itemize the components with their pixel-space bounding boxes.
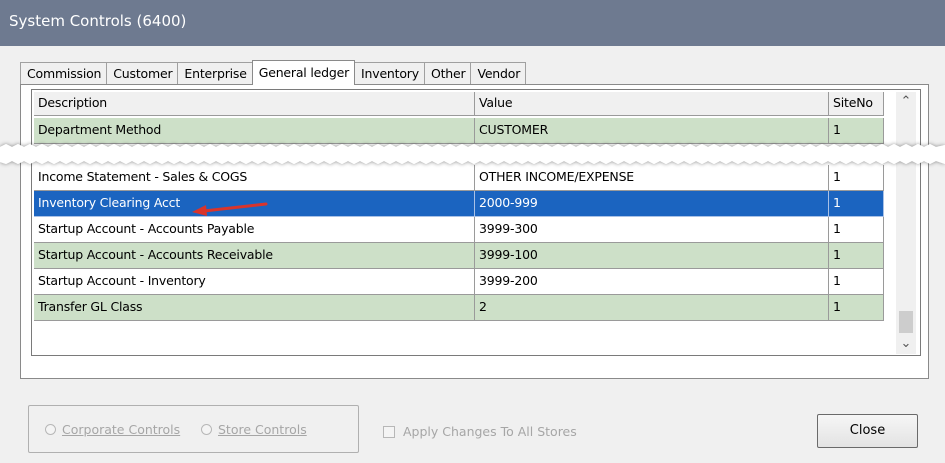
cell-description[interactable]: Transfer GL Class (34, 295, 475, 321)
controls-scope-group: Corporate Controls Store Controls (28, 405, 359, 453)
store-controls-radio[interactable]: Store Controls (201, 422, 307, 437)
radio-circle-icon (201, 424, 212, 435)
corporate-controls-label: Corporate Controls (62, 422, 181, 437)
close-button[interactable]: Close (817, 414, 918, 448)
tab-vendor[interactable]: Vendor (470, 62, 527, 84)
cell-description[interactable]: Startup Account - Accounts Receivable (34, 243, 475, 269)
tab-enterprise[interactable]: Enterprise (177, 62, 253, 84)
red-arrow-icon (192, 202, 268, 216)
cell-value[interactable]: 3999-100 (475, 243, 829, 269)
checkbox-icon (383, 425, 395, 438)
torn-edge-overlay (0, 144, 945, 164)
table-row[interactable]: Startup Account - Accounts Receivable 39… (34, 243, 915, 269)
table-row[interactable]: Startup Account - Inventory 3999-200 1 (34, 269, 915, 295)
tab-general-ledger[interactable]: General ledger (251, 60, 356, 85)
column-header-siteno[interactable]: SiteNo (829, 92, 884, 116)
cell-value[interactable]: 3999-200 (475, 269, 829, 295)
column-header-description[interactable]: Description (34, 92, 475, 116)
cell-siteno[interactable]: 1 (829, 243, 884, 269)
cell-value[interactable]: 3999-300 (475, 217, 829, 243)
table-row-selected[interactable]: Inventory Clearing Acct 2000-999 1 (34, 191, 915, 217)
apply-all-stores-checkbox[interactable]: Apply Changes To All Stores (383, 424, 577, 439)
cell-siteno[interactable]: 1 (829, 295, 884, 321)
vertical-scrollbar[interactable]: ⌃ ⌄ (896, 92, 916, 354)
grid-header: Description Value SiteNo (34, 92, 915, 116)
apply-all-stores-label: Apply Changes To All Stores (403, 424, 577, 439)
close-button-label: Close (849, 423, 886, 438)
window-title: System Controls (6400) (9, 12, 187, 30)
tab-customer[interactable]: Customer (106, 62, 179, 84)
window-title-bar[interactable]: System Controls (6400) (0, 0, 945, 46)
column-header-value[interactable]: Value (475, 92, 829, 116)
store-controls-label: Store Controls (218, 422, 307, 437)
cell-description[interactable]: Startup Account - Accounts Payable (34, 217, 475, 243)
cell-value[interactable]: 2000-999 (475, 191, 829, 217)
tab-other[interactable]: Other (423, 62, 472, 84)
tab-inventory[interactable]: Inventory (354, 62, 425, 84)
controls-grid: Description Value SiteNo Department Meth… (31, 89, 921, 356)
table-row[interactable]: Transfer GL Class 2 1 (34, 295, 915, 321)
chevron-up-icon[interactable]: ⌃ (896, 92, 916, 112)
table-row[interactable]: Startup Account - Accounts Payable 3999-… (34, 217, 915, 243)
corporate-controls-radio[interactable]: Corporate Controls (45, 422, 180, 437)
cell-siteno[interactable]: 1 (829, 269, 884, 295)
cell-siteno[interactable]: 1 (829, 191, 884, 217)
cell-value[interactable]: 2 (475, 295, 829, 321)
scrollbar-thumb[interactable] (899, 311, 913, 333)
cell-description[interactable]: Startup Account - Inventory (34, 269, 475, 295)
chevron-down-icon[interactable]: ⌄ (896, 334, 916, 354)
radio-circle-icon (45, 424, 56, 435)
cell-siteno[interactable]: 1 (829, 217, 884, 243)
tab-commission[interactable]: Commission (20, 62, 108, 84)
tab-strip: Commission Customer Enterprise General l… (20, 60, 527, 85)
